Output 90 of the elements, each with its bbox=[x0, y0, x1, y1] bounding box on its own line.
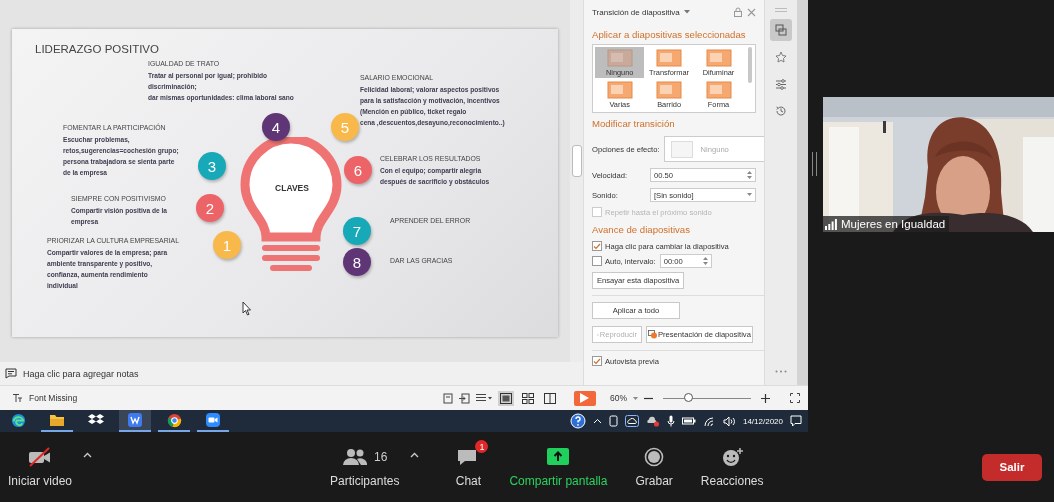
step-number: 8 bbox=[343, 248, 371, 276]
microphone-icon[interactable] bbox=[666, 415, 675, 427]
step-number: 5 bbox=[331, 113, 359, 141]
fit-window-icon[interactable] bbox=[790, 393, 800, 403]
panel-title[interactable]: Transición de diapositiva bbox=[592, 7, 680, 17]
step-number: 6 bbox=[344, 156, 372, 184]
notes-placeholder[interactable]: Haga clic para agregar notas bbox=[23, 368, 139, 379]
transition-thumbnail-icon bbox=[705, 81, 732, 99]
notes-toggle-icon[interactable] bbox=[443, 392, 453, 404]
participant-count: 16 bbox=[374, 450, 388, 464]
reading-view-button[interactable] bbox=[542, 390, 558, 406]
cloud-icon[interactable] bbox=[624, 415, 639, 427]
transition-thumbnail-icon bbox=[705, 49, 732, 67]
people-icon bbox=[342, 447, 369, 467]
sliders-icon bbox=[775, 78, 788, 90]
speaker-icon[interactable] bbox=[722, 415, 736, 427]
center-label: CLAVES bbox=[274, 183, 310, 193]
section-heading: Modificar transición bbox=[592, 118, 676, 129]
step-number: 4 bbox=[262, 113, 290, 141]
folder-icon bbox=[49, 413, 65, 427]
spinner-icon[interactable] bbox=[702, 257, 708, 265]
cloud-error-icon[interactable] bbox=[645, 415, 660, 427]
section-heading: Aplicar a diapositivas seleccionadas bbox=[592, 29, 747, 40]
transition-thumbnail-icon bbox=[606, 81, 633, 99]
zoom-slider-thumb[interactable] bbox=[684, 392, 694, 402]
play-icon bbox=[580, 393, 590, 403]
caret-icon[interactable] bbox=[410, 452, 420, 458]
notes-icon bbox=[5, 368, 17, 379]
checkmark-icon bbox=[593, 357, 601, 365]
slideshow-icon bbox=[648, 330, 657, 339]
more-icon[interactable] bbox=[775, 370, 788, 373]
unread-badge: 1 bbox=[475, 440, 489, 453]
chevron-up-icon[interactable] bbox=[592, 418, 602, 424]
transition-thumbnail-icon bbox=[656, 81, 683, 99]
share-screen-icon bbox=[545, 447, 572, 467]
round-browser-icon bbox=[166, 412, 182, 428]
notification-icon[interactable] bbox=[790, 415, 802, 427]
transition-tool[interactable] bbox=[770, 19, 793, 41]
record-button[interactable]: Grabar bbox=[631, 446, 677, 488]
browser-icon bbox=[10, 412, 26, 428]
zoom-in-icon[interactable] bbox=[761, 393, 770, 403]
sorter-view-button[interactable] bbox=[520, 390, 536, 406]
video-camera-icon bbox=[205, 412, 221, 428]
zoom-level-dropdown[interactable]: 60% bbox=[610, 393, 627, 403]
close-icon[interactable] bbox=[747, 7, 757, 17]
section-heading: Avance de diapositivas bbox=[592, 224, 691, 235]
spinner-icon[interactable] bbox=[747, 171, 753, 179]
side-scrollbar[interactable] bbox=[797, 0, 808, 385]
diamonds-icon bbox=[88, 413, 104, 427]
share-screen-button[interactable]: Compartir pantalla bbox=[505, 446, 612, 488]
star-icon bbox=[775, 51, 788, 63]
leave-button[interactable]: Salir bbox=[982, 453, 1042, 481]
step-number: 2 bbox=[196, 194, 224, 222]
scroll-thumb[interactable] bbox=[572, 145, 582, 177]
start-video-button[interactable]: Iniciar video bbox=[4, 446, 97, 488]
participants-button[interactable]: 16 Participantes bbox=[326, 446, 424, 488]
split-view-icon bbox=[544, 392, 556, 404]
grid-icon bbox=[522, 392, 534, 404]
taskbar-button[interactable] bbox=[119, 410, 151, 432]
step-number: 3 bbox=[198, 152, 226, 180]
camera-off-icon bbox=[27, 447, 53, 467]
taskbar-button[interactable] bbox=[197, 410, 229, 432]
signal-bars-icon bbox=[825, 218, 837, 230]
checkmark-icon bbox=[593, 242, 601, 250]
export-icon[interactable] bbox=[459, 392, 470, 404]
phone-icon[interactable] bbox=[608, 415, 618, 427]
transition-thumbnail-icon bbox=[606, 49, 633, 67]
step-number: 1 bbox=[213, 231, 241, 259]
normal-view-button[interactable] bbox=[498, 390, 514, 406]
caret-icon[interactable] bbox=[83, 452, 93, 458]
battery-icon[interactable] bbox=[681, 416, 696, 426]
participant-name: Mujeres en Igualdad bbox=[841, 218, 946, 230]
font-icon bbox=[12, 393, 23, 403]
reactions-button[interactable]: Reacciones bbox=[696, 446, 768, 488]
normal-view-icon bbox=[500, 392, 512, 404]
scrollbar[interactable] bbox=[570, 0, 583, 362]
overlapping-squares-icon bbox=[775, 24, 788, 36]
wifi-icon[interactable] bbox=[702, 415, 716, 427]
lock-icon[interactable] bbox=[733, 7, 744, 17]
help-icon[interactable] bbox=[569, 413, 586, 429]
play-slideshow-button[interactable] bbox=[574, 390, 596, 406]
transition-thumbnail-icon bbox=[656, 49, 683, 67]
history-icon bbox=[775, 105, 788, 117]
font-missing-status[interactable]: Font Missing bbox=[29, 393, 78, 403]
step-number: 7 bbox=[343, 217, 371, 245]
date-text[interactable]: 14/12/2020 bbox=[742, 416, 783, 426]
document-app-icon bbox=[127, 412, 143, 428]
list-icon[interactable] bbox=[476, 393, 492, 403]
mouse-cursor-icon bbox=[242, 301, 252, 316]
slide-title: LIDERAZGO POSITIVO bbox=[35, 43, 159, 55]
